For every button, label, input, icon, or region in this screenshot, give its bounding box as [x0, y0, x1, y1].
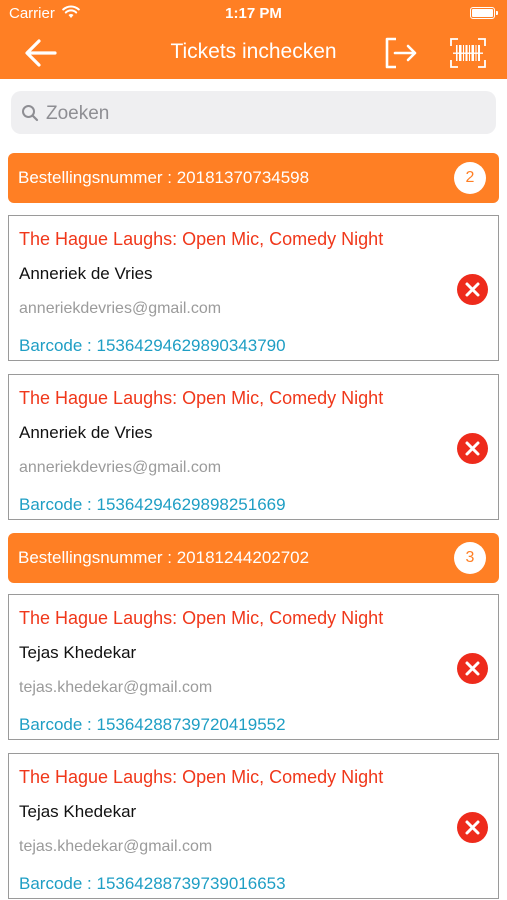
- logout-icon: [385, 37, 417, 69]
- attendee-email: anneriekdevries@gmail.com: [19, 300, 222, 317]
- close-icon: [465, 661, 480, 676]
- ticket-card[interactable]: The Hague Laughs: Open Mic, Comedy Night…: [8, 374, 499, 520]
- attendee-name: Anneriek de Vries: [19, 423, 153, 442]
- status-time: 1:17 PM: [225, 5, 282, 22]
- order-header: Bestellingsnummer : 20181370734598 2: [8, 153, 499, 203]
- ticket-barcode: Barcode : 15364288739720419552: [19, 715, 286, 734]
- search-input[interactable]: Zoeken: [46, 103, 109, 125]
- close-icon: [465, 282, 480, 297]
- remove-ticket-button[interactable]: [457, 433, 488, 464]
- ticket-barcode: Barcode : 15364294629898251669: [19, 495, 286, 514]
- app-header: Carrier 1:17 PM Tickets inchecken: [0, 0, 507, 79]
- remove-ticket-button[interactable]: [457, 274, 488, 305]
- ticket-barcode: Barcode : 15364288739739016653: [19, 874, 286, 893]
- page-title: Tickets inchecken: [170, 40, 337, 63]
- remove-ticket-button[interactable]: [457, 653, 488, 684]
- event-title: The Hague Laughs: Open Mic, Comedy Night: [19, 767, 384, 787]
- ticket-card[interactable]: The Hague Laughs: Open Mic, Comedy Night…: [8, 753, 499, 899]
- navigation-bar: Tickets inchecken: [0, 28, 507, 79]
- close-icon: [465, 820, 480, 835]
- battery-icon: [470, 7, 498, 19]
- close-icon: [465, 441, 480, 456]
- order-number: Bestellingsnummer : 20181370734598: [18, 168, 310, 187]
- event-title: The Hague Laughs: Open Mic, Comedy Night: [19, 388, 384, 408]
- attendee-email: anneriekdevries@gmail.com: [19, 459, 222, 476]
- event-title: The Hague Laughs: Open Mic, Comedy Night: [19, 229, 384, 249]
- logout-button[interactable]: [382, 35, 418, 71]
- attendee-name: Tejas Khedekar: [19, 643, 137, 662]
- event-title: The Hague Laughs: Open Mic, Comedy Night: [19, 608, 384, 628]
- attendee-name: Anneriek de Vries: [19, 264, 153, 283]
- attendee-email: tejas.khedekar@gmail.com: [19, 838, 213, 855]
- attendee-name: Tejas Khedekar: [19, 802, 137, 821]
- ticket-card[interactable]: The Hague Laughs: Open Mic, Comedy Night…: [8, 215, 499, 361]
- ticket-count-badge: 3: [454, 542, 486, 574]
- order-header: Bestellingsnummer : 20181244202702 3: [8, 533, 499, 583]
- ticket-barcode: Barcode : 15364294629890343790: [19, 336, 286, 355]
- remove-ticket-button[interactable]: [457, 812, 488, 843]
- scan-barcode-button[interactable]: [449, 37, 487, 69]
- status-bar: Carrier 1:17 PM: [0, 0, 507, 28]
- attendee-email: tejas.khedekar@gmail.com: [19, 679, 213, 696]
- barcode-scan-icon: [450, 38, 486, 68]
- order-number: Bestellingsnummer : 20181244202702: [18, 548, 310, 567]
- ticket-card[interactable]: The Hague Laughs: Open Mic, Comedy Night…: [8, 594, 499, 740]
- search-bar[interactable]: Zoeken: [11, 91, 496, 134]
- ticket-count-badge: 2: [454, 162, 486, 194]
- search-icon: [21, 104, 39, 122]
